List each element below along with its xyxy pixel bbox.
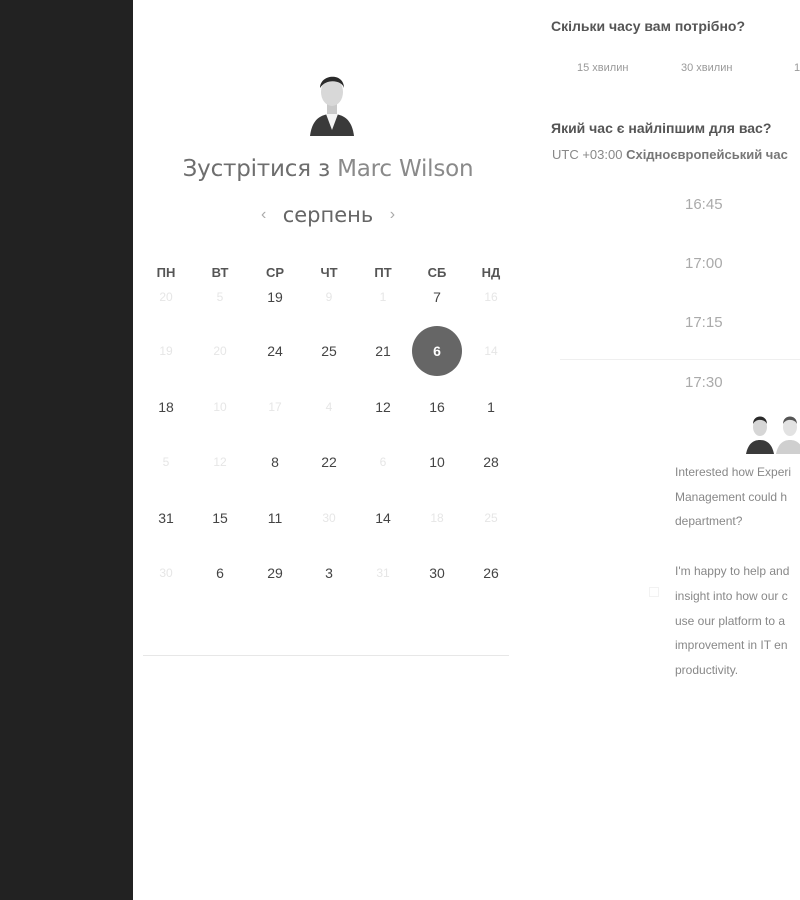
calendar-day: 31	[376, 566, 390, 580]
consent-checkbox[interactable]	[649, 587, 659, 597]
left-dark-panel	[0, 0, 133, 900]
calendar-day: 20	[159, 290, 173, 304]
calendar-day[interactable]: 30	[412, 548, 462, 598]
calendar-day: 5	[216, 290, 224, 304]
calendar-day[interactable]: 31	[141, 493, 191, 543]
calendar-day[interactable]: 29	[250, 548, 300, 598]
duration-option-30[interactable]: 30 хвилин	[681, 62, 732, 74]
calendar-day: 20	[213, 344, 227, 358]
calendar-day: 19	[159, 344, 173, 358]
calendar-day[interactable]: 3	[304, 548, 354, 598]
promo-text: Interested how Experi Management could h…	[675, 460, 800, 708]
calendar-day: 1	[379, 290, 387, 304]
calendar-day[interactable]: 11	[250, 493, 300, 543]
time-slot[interactable]: 17:30	[685, 374, 723, 391]
calendar-day: 9	[325, 290, 333, 304]
timezone-offset: UTC +03:00	[552, 147, 623, 162]
time-question: Який час є найліпшим для вас?	[551, 120, 772, 136]
promo-paragraph: I'm happy to help and insight into how o…	[675, 564, 790, 677]
calendar-day: 25	[484, 511, 498, 525]
calendar-day: 14	[484, 344, 498, 358]
calendar-day[interactable]: 19	[250, 272, 300, 322]
team-avatar	[776, 416, 800, 454]
duration-question: Скільки часу вам потрібно?	[551, 18, 746, 34]
duration-option-60[interactable]: 1	[794, 62, 800, 74]
calendar-day[interactable]: 7	[412, 272, 462, 322]
calendar-day[interactable]: 12	[358, 382, 408, 432]
calendar-day: 30	[159, 566, 173, 580]
calendar-day[interactable]: 16	[412, 382, 462, 432]
month-navigation: ‹ серпень ›	[140, 203, 516, 227]
calendar-day: 5	[162, 455, 170, 469]
calendar-day: 18	[430, 511, 444, 525]
calendar-day: 4	[325, 400, 333, 414]
chevron-left-icon[interactable]: ‹	[249, 206, 278, 224]
calendar-day: 12	[213, 455, 227, 469]
calendar-divider	[143, 655, 509, 656]
time-slot[interactable]: 16:45	[685, 196, 723, 213]
calendar-day[interactable]: 26	[466, 548, 516, 598]
month-label: серпень	[282, 203, 374, 227]
calendar-day[interactable]: 25	[304, 326, 354, 376]
calendar-day[interactable]: 28	[466, 437, 516, 487]
calendar-day[interactable]: 15	[195, 493, 245, 543]
calendar-day[interactable]: 21	[358, 326, 408, 376]
calendar-day[interactable]: 8	[250, 437, 300, 487]
calendar-day: 17	[268, 400, 282, 414]
calendar-day: 30	[322, 511, 336, 525]
calendar-day: 6	[379, 455, 387, 469]
calendar-day[interactable]: 1	[466, 382, 516, 432]
time-slot[interactable]: 17:15	[685, 314, 723, 331]
timezone-name: Східноєвропейський час	[626, 147, 788, 162]
slots-divider	[560, 359, 800, 360]
calendar-day: 10	[213, 400, 227, 414]
title-prefix: Зустрітися з	[182, 156, 331, 182]
calendar-day[interactable]: 22	[304, 437, 354, 487]
host-avatar	[310, 76, 354, 136]
host-name: Marc Wilson	[337, 156, 474, 182]
duration-option-15[interactable]: 15 хвилин	[577, 62, 628, 74]
calendar-day-selected[interactable]: 6	[412, 326, 462, 376]
page-title: Зустрітися з Marc Wilson	[140, 156, 516, 182]
calendar-day[interactable]: 14	[358, 493, 408, 543]
calendar-day[interactable]: 6	[195, 548, 245, 598]
team-avatar	[746, 416, 774, 454]
calendar-day[interactable]: 24	[250, 326, 300, 376]
chevron-right-icon[interactable]: ›	[378, 206, 407, 224]
calendar-day: 16	[484, 290, 498, 304]
time-slot[interactable]: 17:00	[685, 255, 723, 272]
calendar-day[interactable]: 10	[412, 437, 462, 487]
calendar-day[interactable]: 18	[141, 382, 191, 432]
promo-paragraph: Interested how Experi Management could h…	[675, 465, 792, 529]
timezone-selector[interactable]: UTC +03:00 Східноєвропейський час	[552, 147, 788, 162]
